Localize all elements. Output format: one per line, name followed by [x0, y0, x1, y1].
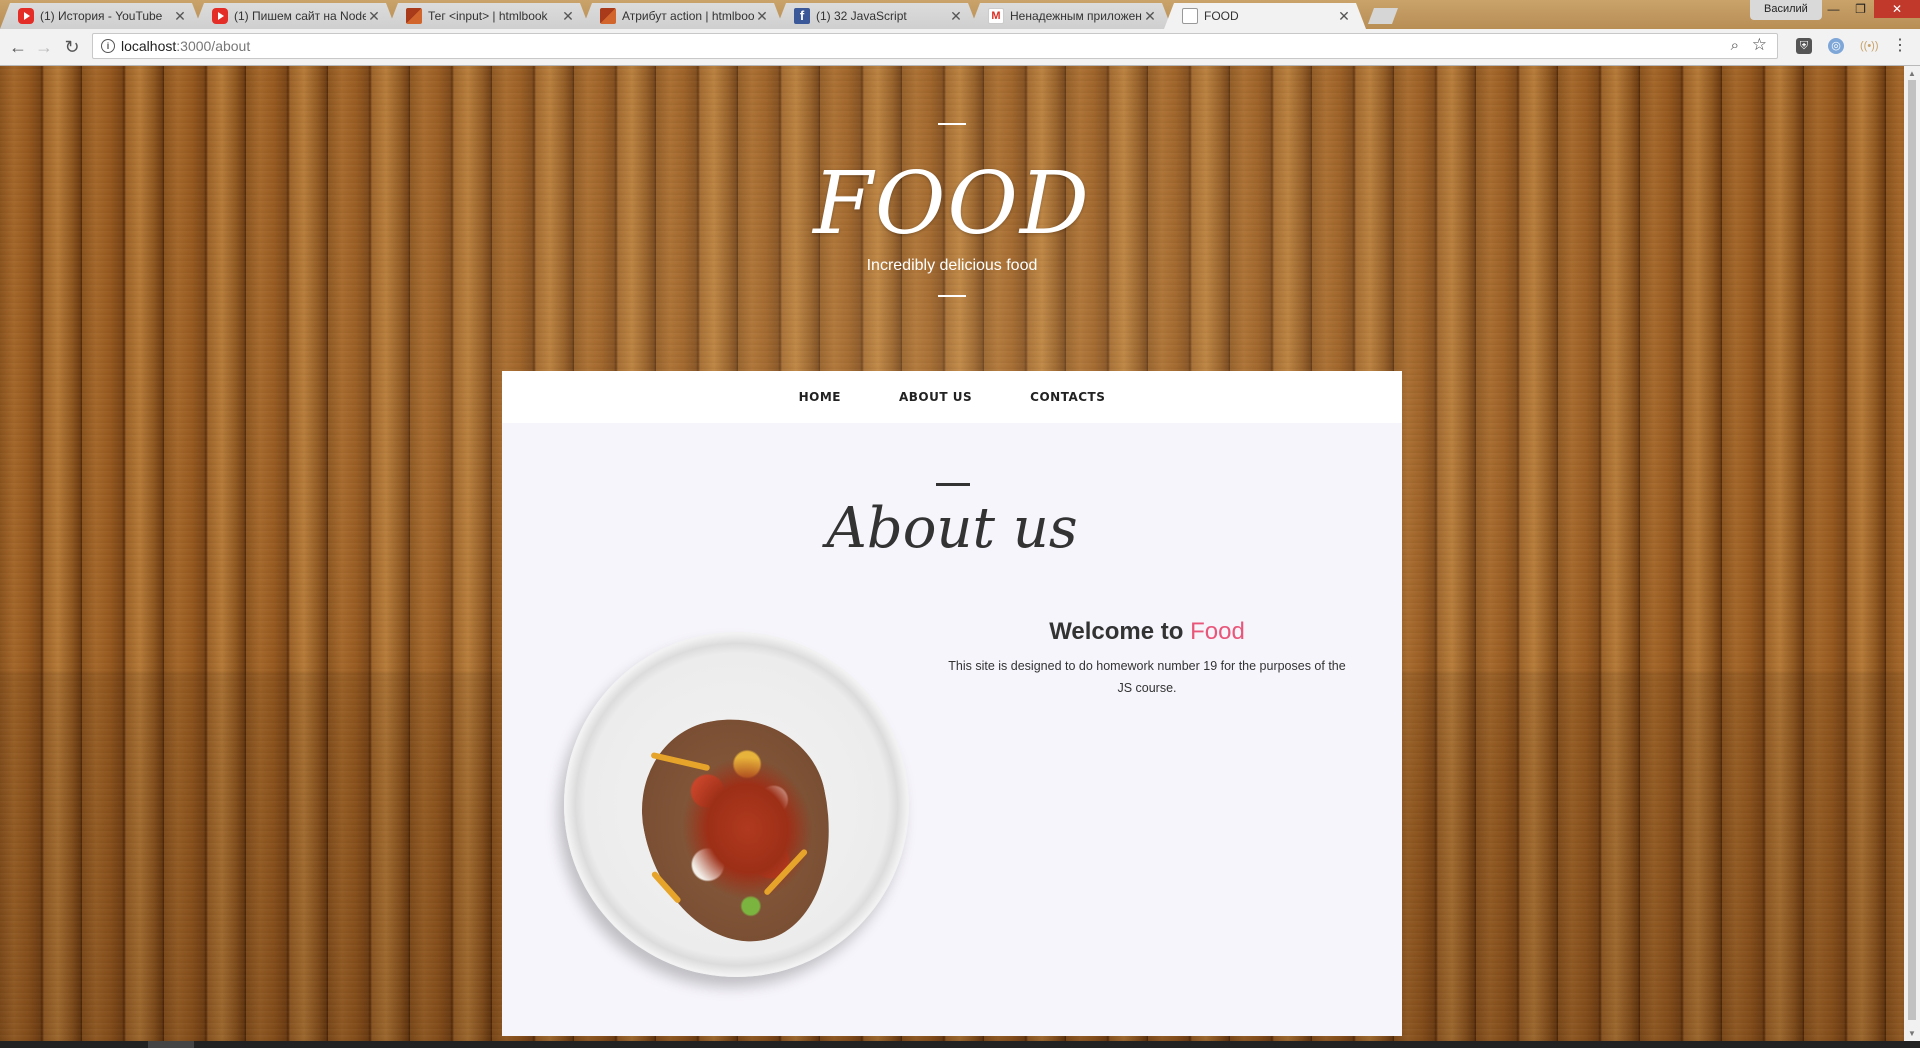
- htmlbook-icon: [406, 8, 422, 24]
- tab-title: (1) Пишем сайт на Node: [234, 9, 366, 23]
- tab-strip: (1) История - YouTube ✕ (1) Пишем сайт н…: [0, 0, 1920, 29]
- zoom-icon[interactable]: ⌕: [1731, 37, 1739, 54]
- baked-potato-image: [624, 701, 853, 960]
- browser-tab[interactable]: (1) Пишем сайт на Node ✕: [194, 3, 396, 29]
- forward-icon[interactable]: →: [32, 35, 56, 59]
- section-title: About us: [826, 496, 1078, 561]
- cheese-strand: [650, 870, 682, 905]
- site-logo[interactable]: FOOD: [0, 154, 1904, 254]
- profile-button[interactable]: Василий: [1750, 0, 1822, 20]
- main-nav: HOME ABOUT US CONTACTS: [502, 371, 1402, 423]
- nav-item-contacts[interactable]: CONTACTS: [1030, 390, 1105, 404]
- tab-title: Атрибут action | htmlboo: [622, 9, 754, 23]
- tab-title: (1) История - YouTube: [40, 9, 163, 23]
- tab-title: (1) 32 JavaScript: [816, 9, 907, 23]
- extension-rss-icon[interactable]: ((•)): [1860, 38, 1879, 54]
- nav-item-home[interactable]: HOME: [799, 390, 841, 404]
- site-tagline: Incredibly delicious food: [866, 257, 1038, 274]
- extension-shield-icon[interactable]: ⛨: [1796, 38, 1812, 54]
- url-text[interactable]: localhost:3000/about: [121, 38, 250, 54]
- scrollbar-thumb[interactable]: [1908, 80, 1916, 1020]
- minimize-icon[interactable]: —: [1820, 0, 1847, 18]
- reload-icon[interactable]: ↻: [60, 35, 84, 59]
- food-plate-image: [564, 632, 909, 977]
- browser-tab[interactable]: Тег <input> | htmlbook ✕: [388, 3, 590, 29]
- taskbar-item[interactable]: [148, 1041, 194, 1048]
- scroll-down-icon[interactable]: ▼: [1908, 1029, 1916, 1038]
- close-tab-icon[interactable]: ✕: [1142, 8, 1158, 25]
- bookmark-star-icon[interactable]: ☆: [1752, 35, 1767, 55]
- close-tab-icon[interactable]: ✕: [948, 8, 964, 25]
- page-viewport: FOOD Incredibly delicious food HOME ABOU…: [0, 66, 1904, 1041]
- youtube-icon: [18, 8, 34, 24]
- cheese-strand: [763, 848, 809, 897]
- welcome-heading: Welcome to Food: [1049, 618, 1245, 645]
- youtube-icon: [212, 8, 228, 24]
- hero-divider-bottom: [938, 295, 966, 297]
- browser-toolbar: ← → ↻ i localhost:3000/about ⌕ ☆ ⛨ ◎ ((•…: [0, 29, 1920, 66]
- close-window-icon[interactable]: ✕: [1874, 0, 1920, 18]
- address-bar[interactable]: i localhost:3000/about ⌕ ☆: [92, 33, 1778, 59]
- tab-title: FOOD: [1204, 9, 1239, 23]
- menu-icon[interactable]: ⋮: [1892, 35, 1908, 55]
- close-tab-icon[interactable]: ✕: [172, 8, 188, 25]
- welcome-block: Welcome to Food This site is designed to…: [947, 618, 1347, 699]
- browser-tab[interactable]: (1) История - YouTube ✕: [0, 3, 202, 29]
- browser-tab[interactable]: Атрибут action | htmlboo ✕: [582, 3, 784, 29]
- nav-item-about-us[interactable]: ABOUT US: [899, 390, 972, 404]
- back-icon[interactable]: ←: [6, 35, 30, 59]
- content-card: HOME ABOUT US CONTACTS About us Welcome …: [502, 371, 1402, 1036]
- close-tab-icon[interactable]: ✕: [366, 8, 382, 25]
- htmlbook-icon: [600, 8, 616, 24]
- window-controls: — ❐ ✕: [1820, 0, 1920, 18]
- browser-tab[interactable]: M Ненадежным приложен ✕: [970, 3, 1172, 29]
- hero-divider-top: [938, 123, 966, 125]
- extension-globe-icon[interactable]: ◎: [1828, 38, 1844, 54]
- page-icon: [1182, 8, 1198, 24]
- cheese-strand: [650, 751, 711, 772]
- close-tab-icon[interactable]: ✕: [1336, 8, 1352, 25]
- welcome-description: This site is designed to do homework num…: [948, 659, 1346, 695]
- facebook-icon: f: [794, 8, 810, 24]
- close-tab-icon[interactable]: ✕: [560, 8, 576, 25]
- gmail-icon: M: [988, 8, 1004, 24]
- new-tab-button[interactable]: [1368, 8, 1398, 24]
- section-divider: [936, 483, 970, 486]
- close-tab-icon[interactable]: ✕: [754, 8, 770, 25]
- page-scrollbar[interactable]: ▲ ▼: [1904, 66, 1920, 1041]
- os-taskbar: [0, 1041, 1920, 1048]
- scroll-up-icon[interactable]: ▲: [1908, 69, 1916, 78]
- restore-icon[interactable]: ❐: [1847, 0, 1874, 18]
- browser-tab-active[interactable]: FOOD ✕: [1164, 3, 1366, 29]
- tab-title: Ненадежным приложен: [1010, 9, 1142, 23]
- browser-tab[interactable]: f (1) 32 JavaScript ✕: [776, 3, 978, 29]
- tab-title: Тег <input> | htmlbook: [428, 9, 548, 23]
- info-icon[interactable]: i: [101, 39, 115, 53]
